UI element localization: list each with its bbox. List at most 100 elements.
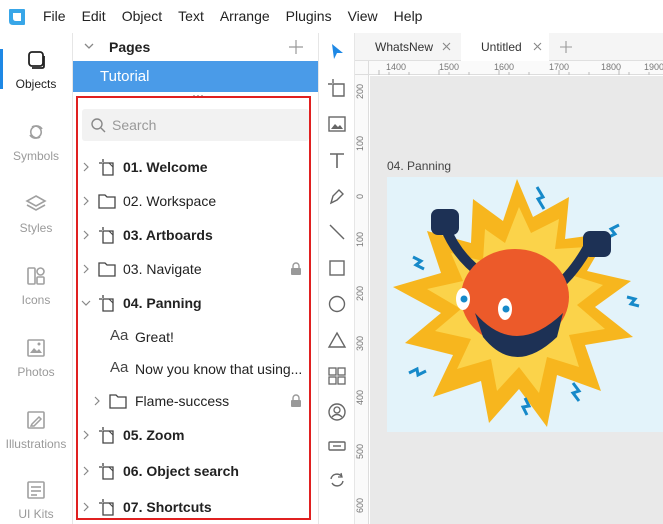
layer-row[interactable]: Aa Now you know that using... (73, 354, 313, 384)
lock-icon[interactable] (290, 262, 302, 276)
image-tool-icon[interactable] (327, 114, 347, 134)
tools-toolbar (318, 33, 355, 524)
layer-row[interactable]: 04. Panning (73, 288, 313, 318)
grid-tool-icon[interactable] (327, 366, 347, 386)
ruler-tick-label: 1400 (386, 62, 407, 72)
layer-row[interactable]: Flame-success (73, 386, 313, 416)
avatar-tool-icon[interactable] (327, 402, 347, 422)
ruler-tick-label: 200 (355, 83, 365, 99)
pointer-tool-icon[interactable] (327, 42, 347, 62)
rail-illustrations[interactable]: Illustrations (0, 399, 72, 459)
tab-whatsnew[interactable]: WhatsNew (355, 33, 461, 61)
rail-icons[interactable]: Icons (0, 255, 72, 315)
tab-untitled[interactable]: Untitled (461, 33, 549, 61)
rail-label: Objects (15, 76, 57, 91)
rail-photos[interactable]: Photos (0, 327, 72, 387)
left-rail: Objects Symbols Styles Icons Photos Illu… (0, 33, 73, 524)
ruler-tick-label: 1700 (549, 62, 570, 72)
layer-row[interactable]: 02. Workspace (73, 186, 313, 216)
ellipse-tool-icon[interactable] (327, 294, 347, 314)
artboard-icon (99, 427, 114, 444)
ruler-tick-label: 600 (355, 497, 365, 513)
close-icon[interactable] (533, 42, 542, 51)
menu-help[interactable]: Help (386, 0, 431, 33)
menu-bar: File Edit Object Text Arrange Plugins Vi… (0, 0, 663, 33)
tab-label: Untitled (481, 40, 522, 54)
rail-label: Photos (17, 364, 55, 379)
new-tab-icon[interactable] (560, 41, 572, 53)
ruler-tick-label: 1500 (439, 62, 460, 72)
rotate-tool-icon[interactable] (327, 470, 347, 490)
rail-styles[interactable]: Styles (0, 183, 72, 243)
chevron-right-icon[interactable] (81, 264, 91, 274)
ruler-tick-label: 500 (355, 443, 365, 459)
menu-edit[interactable]: Edit (74, 0, 114, 33)
pages-header: Pages (73, 33, 318, 61)
menu-plugins[interactable]: Plugins (278, 0, 340, 33)
chevron-right-icon[interactable] (92, 396, 102, 406)
folder-icon (109, 394, 127, 409)
chevron-right-icon[interactable] (81, 466, 91, 476)
close-icon[interactable] (442, 42, 451, 51)
chevron-right-icon[interactable] (81, 230, 91, 240)
layer-row[interactable]: 07. Shortcuts (73, 492, 313, 522)
menu-file[interactable]: File (35, 0, 74, 33)
chevron-right-icon[interactable] (81, 196, 91, 206)
layer-label: 02. Workspace (123, 193, 217, 209)
rectangle-tool-icon[interactable] (327, 258, 347, 278)
layer-label: Great! (135, 329, 174, 345)
layer-row[interactable]: 01. Welcome (73, 152, 313, 182)
page-tutorial[interactable]: Tutorial (73, 61, 318, 92)
button-tool-icon[interactable] (327, 436, 347, 456)
artboard-label[interactable]: 04. Panning (387, 159, 451, 173)
layer-label: 03. Navigate (123, 261, 202, 277)
menu-text[interactable]: Text (170, 0, 212, 33)
search-icon (91, 118, 106, 133)
ruler-tick-label: 100 (355, 135, 365, 151)
text-icon: Aa (110, 327, 129, 344)
rail-objects[interactable]: Objects (0, 39, 72, 99)
ruler-tick-label: 400 (355, 389, 365, 405)
photos-icon (27, 338, 45, 357)
layer-row[interactable]: 03. Navigate (73, 254, 313, 284)
chevron-down-icon[interactable] (83, 40, 95, 52)
rail-symbols[interactable]: Symbols (0, 111, 72, 171)
rail-ui-kits[interactable]: UI Kits (0, 469, 72, 524)
pen-tool-icon[interactable] (327, 186, 347, 206)
artboard[interactable] (387, 177, 663, 432)
add-page-icon[interactable] (288, 39, 304, 55)
layer-row[interactable]: Aa Great! (73, 322, 313, 352)
triangle-tool-icon[interactable] (327, 330, 347, 350)
layer-row[interactable]: 06. Object search (73, 456, 313, 486)
pages-title: Pages (109, 39, 151, 55)
line-tool-icon[interactable] (327, 222, 347, 242)
active-indicator (0, 49, 3, 89)
folder-icon (98, 194, 116, 209)
chevron-right-icon[interactable] (81, 162, 91, 172)
layer-row[interactable]: 03. Artboards (73, 220, 313, 250)
ruler-tick-label: 100 (355, 231, 365, 247)
lock-icon[interactable] (290, 394, 302, 408)
ruler-tick-label: 1600 (494, 62, 515, 72)
chevron-right-icon[interactable] (81, 502, 91, 512)
menu-view[interactable]: View (340, 0, 386, 33)
layer-row[interactable]: 05. Zoom (73, 420, 313, 450)
objects-icon (28, 50, 45, 69)
artboard-icon (99, 159, 114, 176)
search-input[interactable] (112, 113, 302, 137)
ui-kits-icon (27, 480, 45, 499)
rail-label: UI Kits (18, 506, 54, 521)
menu-object[interactable]: Object (114, 0, 170, 33)
menu-arrange[interactable]: Arrange (212, 0, 278, 33)
chevron-down-icon[interactable] (81, 298, 91, 308)
rail-label: Icons (21, 292, 51, 307)
rail-label: Symbols (12, 148, 59, 163)
page-label: Tutorial (100, 68, 150, 85)
layer-label: 03. Artboards (123, 227, 213, 243)
rail-label: Styles (19, 220, 53, 235)
resize-handle-icon[interactable] (192, 94, 204, 98)
chevron-right-icon[interactable] (81, 430, 91, 440)
text-tool-icon[interactable] (327, 150, 347, 170)
layer-search[interactable] (82, 109, 309, 141)
artboard-tool-icon[interactable] (327, 78, 347, 98)
